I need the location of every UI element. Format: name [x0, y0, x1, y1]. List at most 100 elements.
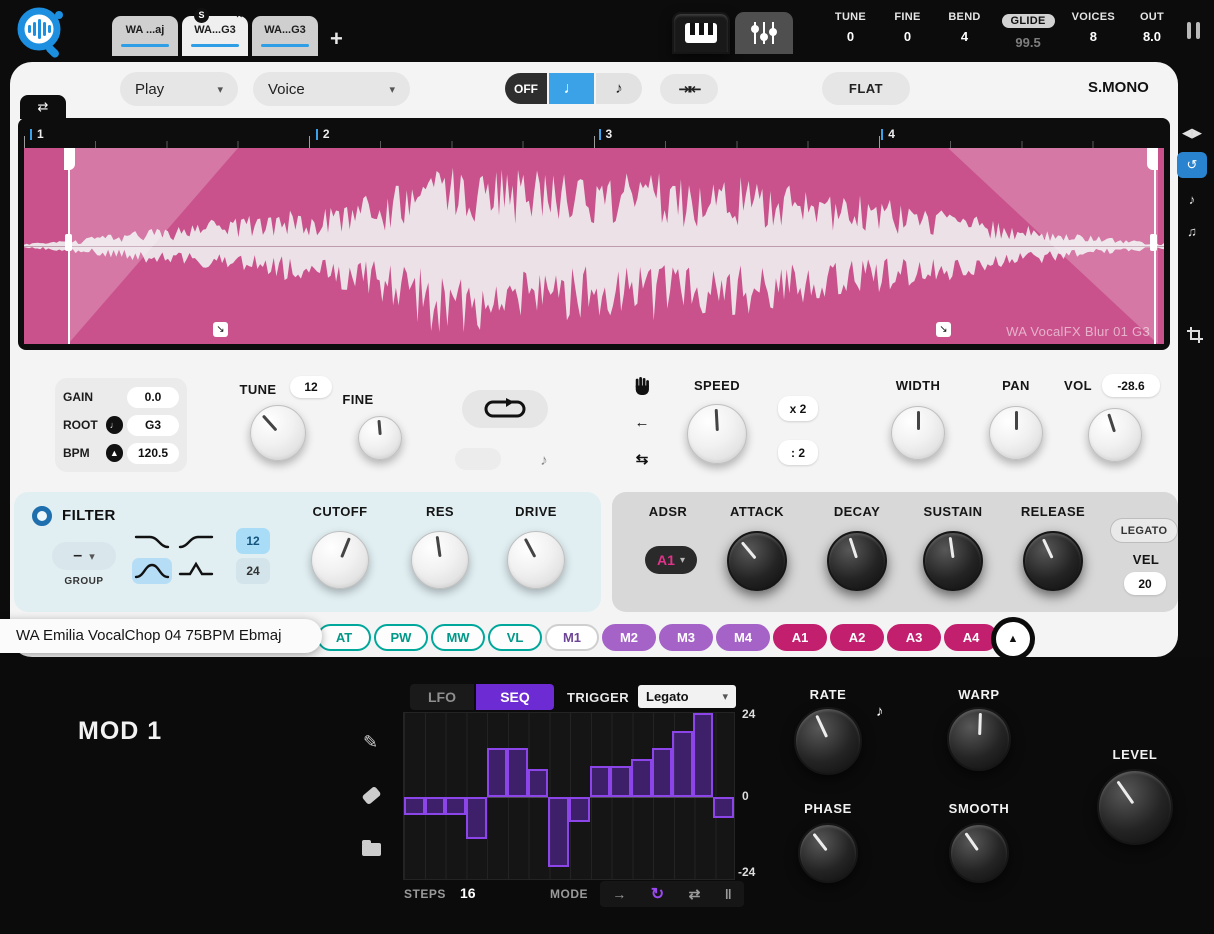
end-marker-flag[interactable] — [1147, 148, 1158, 170]
seq-step-15[interactable] — [693, 713, 714, 797]
mod-source-vl[interactable]: VL — [488, 624, 542, 651]
start-marker-grip[interactable] — [65, 234, 72, 251]
drive-knob[interactable] — [507, 531, 565, 589]
fade-in-handle[interactable]: ↘ — [213, 322, 228, 337]
attack-knob[interactable] — [727, 531, 787, 591]
res-knob[interactable] — [411, 531, 469, 589]
mod-source-a3[interactable]: A3 — [887, 624, 941, 651]
warp-tool-icon[interactable]: ↺ — [1177, 152, 1207, 178]
vol-knob[interactable] — [1088, 408, 1142, 462]
seq-step-11[interactable] — [610, 766, 631, 798]
fine-readout[interactable]: FINE 0 — [888, 11, 928, 50]
glide-readout[interactable]: GLIDE 99.5 — [1002, 11, 1055, 50]
cutoff-knob[interactable] — [311, 531, 369, 589]
mode-pingpong-icon[interactable]: ⇄ — [689, 886, 701, 903]
quarter-note-sync-button[interactable]: ♩ — [549, 73, 596, 104]
mod-source-m1[interactable]: M1 — [545, 624, 599, 651]
collapse-panel-button[interactable]: ▲ — [996, 622, 1030, 656]
seq-step-14[interactable] — [672, 731, 693, 798]
loop-play-mode-button[interactable] — [462, 390, 548, 428]
vel-value[interactable]: 20 — [1124, 572, 1166, 595]
voice-mode-dropdown[interactable]: Voice ▾ — [253, 72, 410, 106]
fine-knob[interactable] — [358, 416, 402, 460]
pause-icon[interactable] — [1187, 22, 1200, 39]
pan-knob[interactable] — [989, 406, 1043, 460]
pencil-tool-icon[interactable]: ✎ — [363, 732, 378, 753]
seq-step-8[interactable] — [548, 797, 569, 867]
folder-presets-icon[interactable] — [362, 843, 381, 856]
mixer-view-button[interactable] — [735, 12, 793, 54]
level-knob[interactable] — [1097, 769, 1173, 845]
legato-button[interactable]: LEGATO — [1110, 518, 1178, 543]
seq-step-6[interactable] — [507, 748, 528, 797]
slope-24db-button[interactable]: 24 — [236, 558, 270, 584]
vol-value[interactable]: -28.6 — [1102, 374, 1160, 397]
seq-step-2[interactable] — [425, 797, 446, 815]
end-marker-grip[interactable] — [1150, 234, 1157, 251]
tab-lfo[interactable]: LFO — [410, 684, 474, 710]
mod-source-a4[interactable]: A4 — [944, 624, 998, 651]
seq-step-12[interactable] — [631, 759, 652, 798]
highpass-button[interactable] — [176, 528, 216, 554]
tune-knob[interactable] — [250, 405, 306, 461]
filter-enable-toggle[interactable] — [32, 506, 52, 526]
mod-source-m4[interactable]: M4 — [716, 624, 770, 651]
sustain-knob[interactable] — [923, 531, 983, 591]
root-note-value[interactable]: G3 — [127, 415, 179, 436]
mod-source-m2[interactable]: M2 — [602, 624, 656, 651]
mod-source-a1[interactable]: A1 — [773, 624, 827, 651]
release-knob[interactable] — [1023, 531, 1083, 591]
slope-12db-button[interactable]: 12 — [236, 528, 270, 554]
seq-step-3[interactable] — [445, 797, 466, 815]
mod-source-mw[interactable]: MW — [431, 624, 485, 651]
waveform-display[interactable]: ↘ ↘ WA VocalFX Blur 01 G3 — [24, 148, 1164, 344]
seq-step-1[interactable] — [404, 797, 425, 815]
tune-value[interactable]: 12 — [290, 376, 332, 398]
sample-tab-1[interactable]: WA ...aj — [112, 16, 178, 56]
seq-step-16[interactable] — [713, 797, 734, 818]
sync-off-button[interactable]: OFF — [505, 73, 549, 104]
expand-horizontal-icon[interactable]: ◀▶ — [1177, 120, 1207, 146]
snap-to-selection-button[interactable]: ⇥⇤ — [660, 74, 718, 104]
seq-step-9[interactable] — [569, 797, 590, 822]
tab-seq[interactable]: SEQ — [476, 684, 554, 710]
sum-mono-button[interactable]: S.MONO — [1088, 79, 1149, 96]
seq-step-10[interactable] — [590, 766, 611, 798]
keyboard-view-button[interactable] — [672, 12, 730, 54]
rate-sync-note-icon[interactable]: ♪ — [876, 703, 884, 720]
add-tab-button[interactable]: + — [330, 28, 343, 50]
step-sequencer-grid[interactable] — [403, 712, 735, 880]
notch-button[interactable] — [176, 558, 216, 584]
pitch-tool-icon[interactable]: ♪ — [1177, 186, 1207, 212]
start-marker-flag[interactable] — [64, 148, 75, 170]
sample-tab-3[interactable]: WA...G3 — [252, 16, 318, 56]
bpm-value[interactable]: 120.5 — [127, 443, 179, 464]
bandpass-button[interactable] — [132, 558, 172, 584]
speed-knob[interactable] — [687, 404, 747, 464]
mod-source-a2[interactable]: A2 — [830, 624, 884, 651]
adsr-slot-dropdown[interactable]: A1 ▾ — [645, 546, 697, 574]
sample-tab-2[interactable]: S ✕ WA...G3 — [182, 16, 248, 56]
voices-readout[interactable]: VOICES 8 — [1072, 11, 1115, 50]
seq-step-13[interactable] — [652, 748, 673, 797]
eighth-note-sync-button[interactable]: ♪ — [596, 73, 642, 104]
trigger-dropdown[interactable]: Legato ▾ — [638, 685, 736, 708]
seq-step-4[interactable] — [466, 797, 487, 839]
mod-source-m3[interactable]: M3 — [659, 624, 713, 651]
reverse-arrow-icon[interactable]: ← — [632, 414, 652, 431]
speed-double-button[interactable]: x 2 — [778, 396, 818, 421]
rate-knob[interactable] — [794, 707, 862, 775]
bend-readout[interactable]: BEND 4 — [945, 11, 985, 50]
mode-loop-icon[interactable]: ↻ — [651, 884, 664, 904]
eraser-tool-icon[interactable] — [361, 786, 381, 805]
seq-step-5[interactable] — [487, 748, 508, 797]
out-readout[interactable]: OUT 8.0 — [1132, 11, 1172, 50]
width-knob[interactable] — [891, 406, 945, 460]
crop-icon[interactable] — [1180, 322, 1210, 348]
lowpass-button[interactable] — [132, 528, 172, 554]
smooth-knob[interactable] — [949, 823, 1009, 883]
steps-value[interactable]: 16 — [460, 885, 476, 901]
loop-xfade-field[interactable] — [455, 448, 501, 470]
filter-group-dropdown[interactable]: – ▾ — [52, 542, 116, 570]
mod-source-at[interactable]: AT — [317, 624, 371, 651]
